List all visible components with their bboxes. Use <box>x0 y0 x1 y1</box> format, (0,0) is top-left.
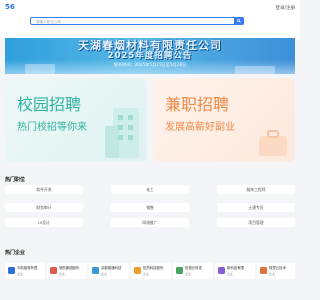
company-tag: 企业 <box>269 271 276 276</box>
company-name: 阿里云技术 <box>269 266 286 270</box>
position-item[interactable]: 服饰工程师 <box>217 185 295 194</box>
position-item[interactable]: 化工 <box>111 185 189 194</box>
campus-recruitment-card[interactable]: 校园招聘 热门校招等你来 <box>5 78 147 162</box>
position-item[interactable]: 土建专员 <box>217 203 295 212</box>
hot-positions-title: 热门职位 <box>5 177 26 183</box>
recruitment-banner[interactable]: 天湖春烟材料有限责任公司 2025年度招聘公告 报名时间：2025年5月15日至… <box>5 38 295 74</box>
campus-card-title: 校园招聘 <box>17 95 82 114</box>
position-item[interactable]: 项目管理 <box>217 218 295 227</box>
company-card[interactable]: 新科技有限 企业 <box>215 263 255 279</box>
parttime-card-subtitle: 发展高薪好副业 <box>165 122 235 133</box>
company-logo-icon <box>92 267 99 274</box>
search-placeholder: 请输入职位公司 <box>36 19 62 24</box>
building-icon <box>105 108 139 158</box>
company-tag: 企业 <box>59 271 66 276</box>
position-item[interactable]: 财务审计 <box>5 203 83 212</box>
company-name: 伍德元科技 <box>185 266 202 270</box>
company-tag: 企业 <box>227 271 234 276</box>
company-name: 中航普惠有限 <box>17 266 38 270</box>
parttime-recruitment-card[interactable]: 兼职招聘 发展高薪好副业 <box>153 78 295 162</box>
company-logo-icon <box>260 267 267 274</box>
company-logo-icon <box>8 267 15 274</box>
company-name: 新科技有限 <box>227 266 244 270</box>
search-input[interactable]: 请输入职位公司 <box>30 17 244 25</box>
company-name: 慧航集团股份 <box>59 266 80 270</box>
search-button[interactable] <box>234 17 244 25</box>
campus-card-subtitle: 热门校招等你来 <box>17 122 87 133</box>
company-tag: 企业 <box>101 271 108 276</box>
position-item[interactable]: 软件开发 <box>5 185 83 194</box>
banner-building <box>235 66 275 74</box>
site-logo[interactable]: 56 <box>5 3 15 11</box>
search-icon <box>237 18 241 23</box>
company-logo-icon <box>218 267 225 274</box>
company-logo-icon <box>134 267 141 274</box>
logo-text: 56 <box>5 3 15 11</box>
position-item[interactable]: UI设计 <box>5 218 83 227</box>
login-button[interactable]: 登录/注册 <box>275 5 295 11</box>
company-tag: 企业 <box>143 271 150 276</box>
company-card[interactable]: 伍德元科技 企业 <box>173 263 213 279</box>
company-card[interactable]: 阿里云技术 企业 <box>257 263 295 279</box>
company-card[interactable]: 中航普惠有限 企业 <box>5 263 45 279</box>
company-logo-icon <box>176 267 183 274</box>
hot-companies-title: 热门企业 <box>5 250 26 256</box>
company-logo-icon <box>50 267 57 274</box>
banner-date: 报名时间：2025年5月15日至5月28日 <box>113 62 187 67</box>
company-name: 伍然科技股份 <box>143 266 164 270</box>
top-bar: 56 登录/注册 请输入职位公司 <box>0 0 300 40</box>
banner-subtitle: 2025年度招聘公告 <box>107 51 193 61</box>
company-card[interactable]: 慧航集团股份 企业 <box>47 263 87 279</box>
parttime-card-title: 兼职招聘 <box>165 95 230 114</box>
position-item[interactable]: 销售 <box>111 203 189 212</box>
company-card[interactable]: 京都普通科技 企业 <box>89 263 129 279</box>
company-tag: 企业 <box>17 271 24 276</box>
position-item[interactable]: 网络推广 <box>111 218 189 227</box>
company-tag: 企业 <box>185 271 192 276</box>
briefcase-icon <box>259 130 287 156</box>
company-card[interactable]: 伍然科技股份 企业 <box>131 263 171 279</box>
company-name: 京都普通科技 <box>101 266 122 270</box>
